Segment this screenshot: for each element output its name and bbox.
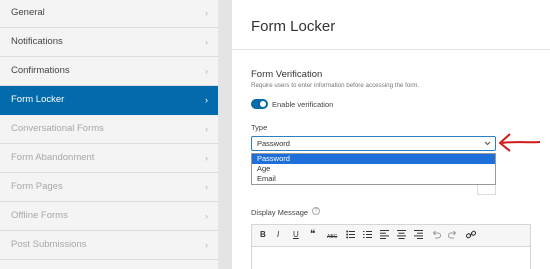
align-left-icon[interactable] — [380, 230, 389, 239]
redo-icon[interactable] — [448, 230, 457, 239]
chevron-right-icon: › — [205, 8, 208, 18]
sidebar-item-label: Offline Forms — [11, 210, 68, 221]
blockquote-icon[interactable]: ❝ — [310, 230, 315, 240]
page-title: Form Locker — [251, 18, 336, 35]
sidebar-item-label: General — [11, 7, 45, 18]
chevron-down-icon — [484, 141, 491, 146]
select-value: Password — [257, 139, 290, 148]
chevron-right-icon: › — [205, 37, 208, 47]
type-label: Type — [251, 123, 268, 132]
sidebar-item-form-abandonment[interactable]: Form Abandonment › — [0, 144, 218, 173]
sidebar-item-confirmations[interactable]: Confirmations › — [0, 57, 218, 86]
align-center-icon[interactable] — [397, 230, 406, 239]
display-message-label: Display Message — [251, 208, 309, 217]
italic-icon[interactable]: I — [277, 230, 279, 240]
toggle-label: Enable verification — [272, 100, 334, 109]
section-title: Form Verification — [251, 69, 323, 80]
chevron-right-icon: › — [205, 95, 208, 105]
rich-text-editor[interactable]: B I U ❝ ABC — [251, 224, 531, 269]
undo-icon[interactable] — [432, 230, 441, 239]
enable-verification-toggle[interactable] — [251, 99, 268, 109]
sidebar-item-label: Form Locker — [11, 94, 65, 105]
sidebar-item-label: Confirmations — [11, 65, 70, 76]
sidebar-item-label: Post Submissions — [11, 239, 87, 250]
field-behind-dropdown — [477, 185, 496, 195]
link-icon[interactable] — [466, 230, 476, 239]
settings-sidebar: General › Notifications › Confirmations … — [0, 0, 218, 269]
sidebar-item-conversational-forms[interactable]: Conversational Forms › — [0, 115, 218, 144]
bold-icon[interactable]: B — [260, 230, 266, 240]
type-dropdown-menu: Password Age Email — [251, 153, 496, 185]
sidebar-item-offline-forms[interactable]: Offline Forms › — [0, 202, 218, 231]
sidebar-item-notifications[interactable]: Notifications › — [0, 28, 218, 57]
option-email[interactable]: Email — [252, 174, 495, 184]
editor-toolbar: B I U ❝ ABC — [252, 225, 530, 247]
sidebar-item-general[interactable]: General › — [0, 0, 218, 28]
sidebar-item-post-submissions[interactable]: Post Submissions › — [0, 231, 218, 260]
help-icon[interactable]: ? — [312, 207, 320, 215]
type-select[interactable]: Password — [251, 136, 496, 151]
bullet-list-icon[interactable] — [346, 230, 355, 239]
sidebar-item-form-pages[interactable]: Form Pages › — [0, 173, 218, 202]
chevron-right-icon: › — [205, 66, 208, 76]
settings-panel: Form Locker Form Verification Require us… — [232, 0, 550, 269]
option-password[interactable]: Password — [252, 154, 495, 164]
option-age[interactable]: Age — [252, 164, 495, 174]
chevron-right-icon: › — [205, 182, 208, 192]
sidebar-item-partial — [0, 260, 218, 269]
sidebar-item-label: Conversational Forms — [11, 123, 104, 134]
title-divider — [232, 49, 550, 50]
panel-gutter — [218, 0, 232, 269]
section-description: Require users to enter information befor… — [251, 82, 420, 89]
red-arrow-annotation — [499, 133, 541, 152]
sidebar-item-form-locker[interactable]: Form Locker › — [0, 86, 218, 115]
sidebar-item-label: Form Pages — [11, 181, 63, 192]
chevron-right-icon: › — [205, 240, 208, 250]
chevron-right-icon: › — [205, 124, 208, 134]
sidebar-item-label: Notifications — [11, 36, 63, 47]
underline-icon[interactable]: U — [293, 230, 299, 240]
strikethrough-icon[interactable]: ABC — [327, 232, 337, 242]
align-right-icon[interactable] — [414, 230, 423, 239]
sidebar-item-label: Form Abandonment — [11, 152, 95, 163]
chevron-right-icon: › — [205, 153, 208, 163]
chevron-right-icon: › — [205, 211, 208, 221]
numbered-list-icon[interactable] — [363, 230, 372, 239]
